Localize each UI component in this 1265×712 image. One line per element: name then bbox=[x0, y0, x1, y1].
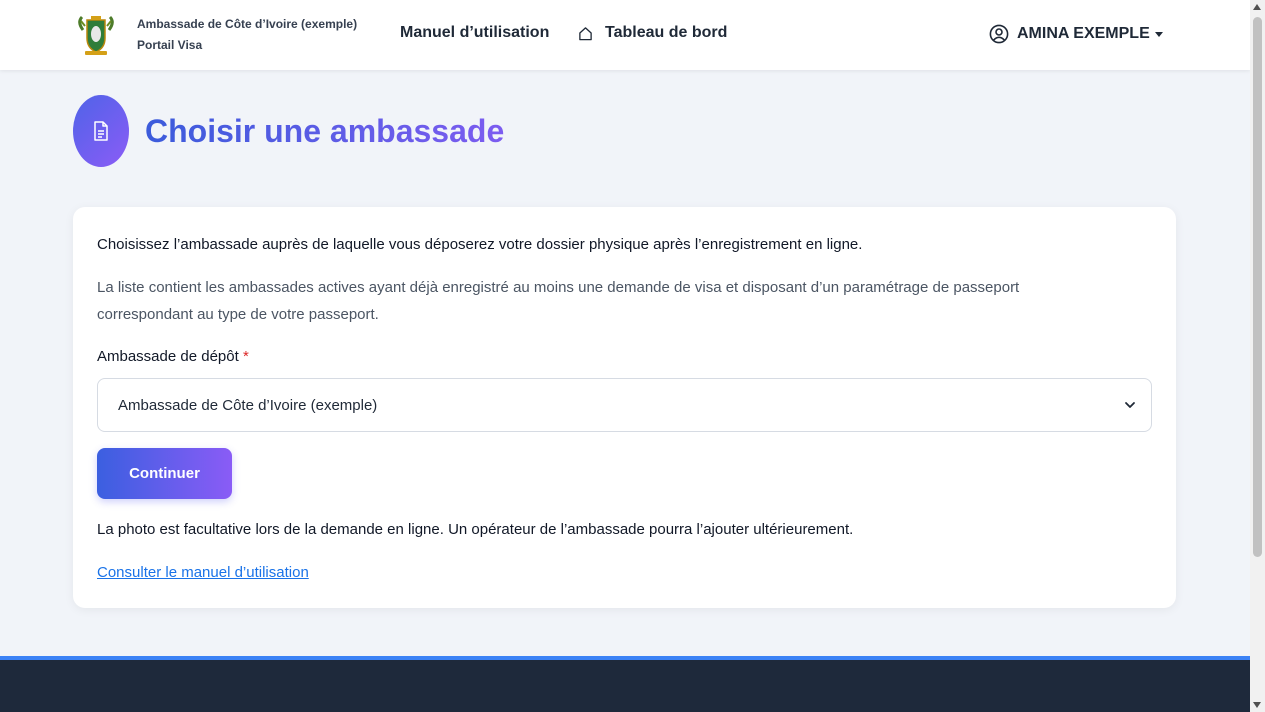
embassy-select[interactable]: Ambassade de Côte d’Ivoire (exemple) bbox=[97, 378, 1152, 432]
vertical-scrollbar[interactable] bbox=[1250, 0, 1265, 712]
coat-of-arms-icon bbox=[73, 12, 119, 58]
continue-button[interactable]: Continuer bbox=[97, 448, 232, 499]
embassy-selection-card: Choisissez l’ambassade auprès de laquell… bbox=[73, 207, 1176, 608]
nav-dashboard-label: Tableau de bord bbox=[605, 24, 728, 41]
user-circle-icon bbox=[989, 24, 1009, 44]
list-note-text: La liste contient les ambassades actives… bbox=[97, 279, 1020, 323]
intro-text: Choisissez l’ambassade auprès de laquell… bbox=[97, 236, 863, 253]
document-icon-badge bbox=[73, 95, 129, 167]
page-footer bbox=[0, 656, 1250, 712]
page-title: Choisir une ambassade bbox=[145, 113, 505, 149]
scroll-down-arrow-icon[interactable] bbox=[1253, 702, 1261, 708]
caret-down-icon bbox=[1154, 31, 1163, 37]
user-manual-link[interactable]: Consulter le manuel d’utilisation bbox=[97, 559, 309, 586]
nav-manual-link[interactable]: Manuel d’utilisation bbox=[400, 24, 549, 42]
required-marker: * bbox=[242, 348, 249, 365]
chevron-down-icon bbox=[1123, 398, 1137, 412]
brand-title: Ambassade de Côte d’Ivoire (exemple) bbox=[137, 17, 358, 31]
nav-dashboard-link[interactable]: Tableau de bord bbox=[578, 24, 727, 42]
brand[interactable]: Ambassade de Côte d’Ivoire (exemple) Por… bbox=[73, 12, 357, 58]
top-navbar: Ambassade de Côte d’Ivoire (exemple) Por… bbox=[0, 0, 1250, 70]
scroll-up-arrow-icon[interactable] bbox=[1253, 4, 1261, 10]
embassy-select-label: Ambassade de dépôt * bbox=[97, 343, 249, 370]
home-icon bbox=[578, 26, 593, 41]
user-name: AMINA EXEMPLE bbox=[1017, 25, 1150, 42]
scrollbar-thumb[interactable] bbox=[1253, 17, 1262, 557]
document-icon bbox=[94, 121, 108, 141]
photo-note-text: La photo est facultative lors de la dema… bbox=[97, 521, 854, 538]
embassy-select-value: Ambassade de Côte d’Ivoire (exemple) bbox=[118, 396, 378, 414]
user-menu-dropdown[interactable]: AMINA EXEMPLE bbox=[989, 24, 1163, 44]
brand-subtitle: Portail Visa bbox=[137, 38, 203, 52]
nav-manual-label: Manuel d’utilisation bbox=[400, 24, 550, 41]
embassy-select-label-text: Ambassade de dépôt bbox=[97, 348, 239, 365]
